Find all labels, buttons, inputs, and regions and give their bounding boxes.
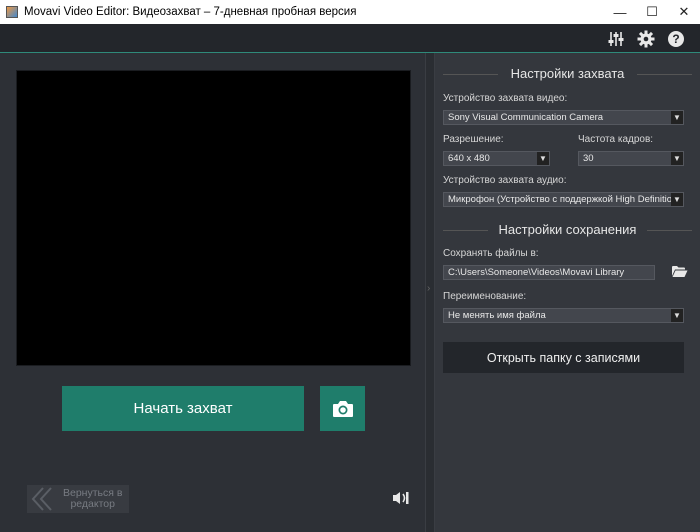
top-toolbar: ? [0, 24, 700, 53]
video-device-select[interactable]: Sony Visual Communication Camera ▼ [443, 110, 684, 125]
window-title: Movavi Video Editor: Видеозахват – 7-дне… [24, 6, 357, 18]
minimize-button[interactable]: — [604, 0, 636, 24]
back-label: Вернуться в редактор [63, 488, 122, 510]
close-button[interactable]: ✕ [668, 0, 700, 24]
settings-panel: Настройки захвата Устройство захвата вид… [435, 53, 700, 532]
resolution-select[interactable]: 640 x 480 ▼ [443, 151, 550, 166]
chevron-down-icon: ▼ [671, 152, 683, 165]
audio-device-value: Микрофон (Устройство с поддержкой High D… [448, 194, 673, 205]
speaker-icon[interactable] [392, 490, 410, 511]
start-capture-label: Начать захват [133, 400, 233, 417]
rename-label: Переименование: [443, 291, 527, 302]
fps-value: 30 [583, 153, 594, 164]
open-folder-button[interactable]: Открыть папку с записями [443, 342, 684, 373]
start-capture-button[interactable]: Начать захват [62, 386, 304, 431]
help-icon[interactable]: ? [666, 29, 686, 49]
resolution-label: Разрешение: [443, 134, 504, 145]
folder-icon[interactable] [671, 265, 688, 283]
chevron-down-icon: ▼ [671, 309, 683, 322]
chevron-down-icon: ▼ [537, 152, 549, 165]
fps-label: Частота кадров: [578, 134, 654, 145]
save-to-label: Сохранять файлы в: [443, 248, 539, 259]
video-preview [16, 70, 411, 366]
capture-area: Начать захват Вернуться в редактор [0, 53, 425, 532]
camera-icon [332, 400, 353, 417]
capture-settings-title: Настройки захвата [435, 66, 700, 81]
mixer-icon[interactable] [606, 29, 626, 49]
snapshot-button[interactable] [320, 386, 365, 431]
audio-device-select[interactable]: Микрофон (Устройство с поддержкой High D… [443, 192, 684, 207]
save-path-field[interactable]: C:\Users\Someone\Videos\Movavi Library [443, 265, 655, 280]
open-folder-label: Открыть папку с записями [486, 350, 641, 365]
video-device-label: Устройство захвата видео: [443, 93, 568, 104]
back-to-editor-button[interactable]: Вернуться в редактор [27, 485, 129, 513]
resolution-value: 640 x 480 [448, 153, 490, 164]
maximize-button[interactable]: ☐ [636, 0, 668, 24]
app-icon [6, 6, 18, 18]
fps-select[interactable]: 30 ▼ [578, 151, 684, 166]
back-arrow-icon [31, 487, 52, 511]
rename-select[interactable]: Не менять имя файла ▼ [443, 308, 684, 323]
help-glyph: ? [672, 32, 679, 46]
video-device-value: Sony Visual Communication Camera [448, 112, 604, 123]
save-settings-title: Настройки сохранения [435, 222, 700, 237]
title-bar: Movavi Video Editor: Видеозахват – 7-дне… [0, 0, 700, 24]
rename-value: Не менять имя файла [448, 310, 546, 321]
chevron-down-icon: ▼ [671, 193, 683, 206]
collapse-arrow-icon[interactable]: › [427, 283, 430, 294]
back-label-line2: редактор [70, 498, 115, 510]
audio-device-label: Устройство захвата аудио: [443, 175, 567, 186]
chevron-down-icon: ▼ [671, 111, 683, 124]
gear-icon[interactable] [636, 29, 656, 49]
window-controls: — ☐ ✕ [604, 0, 700, 24]
